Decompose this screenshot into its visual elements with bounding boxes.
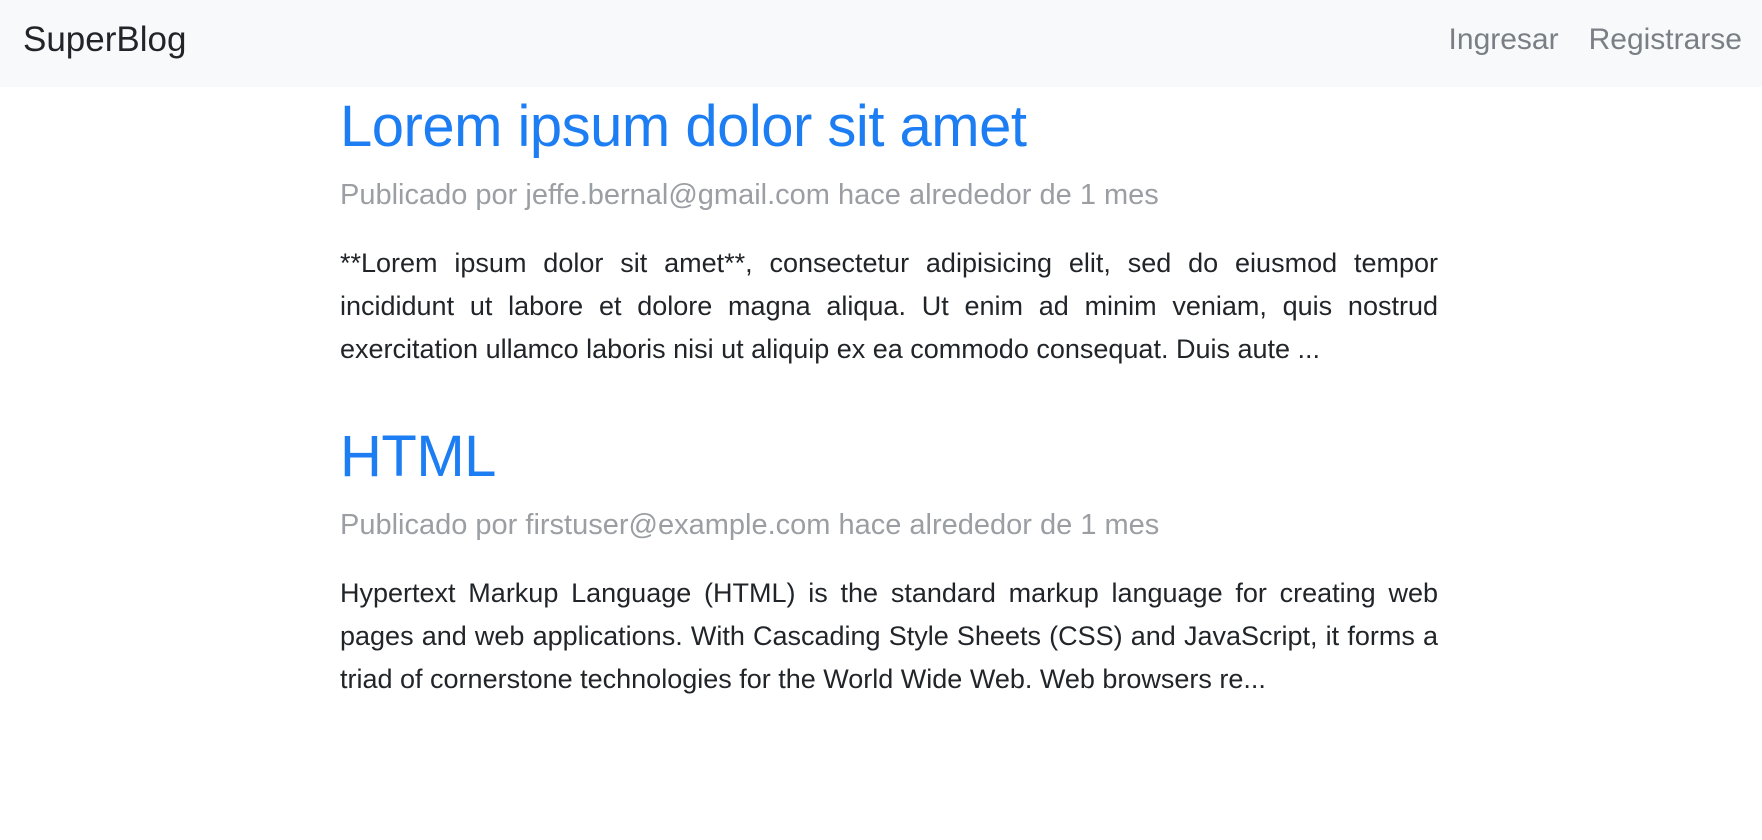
post-meta: Publicado por firstuser@example.com hace… [340,509,1160,541]
top-navbar: SuperBlog Ingresar Registrarse [0,0,1762,87]
post-title-link[interactable]: Lorem ipsum dolor sit amet [340,87,1438,167]
brand-logo-link[interactable]: SuperBlog [23,19,186,61]
post-title-link[interactable]: HTML [340,417,1438,497]
post-list: Lorem ipsum dolor sit amet Publicado por… [340,87,1438,701]
post-meta: Publicado por jeffe.bernal@gmail.com hac… [340,179,1159,211]
post-item: Lorem ipsum dolor sit amet Publicado por… [340,87,1438,371]
post-item: HTML Publicado por firstuser@example.com… [340,417,1438,701]
auth-nav: Ingresar Registrarse [1449,19,1742,61]
login-link[interactable]: Ingresar [1449,19,1559,61]
register-link[interactable]: Registrarse [1589,19,1742,61]
post-excerpt: **Lorem ipsum dolor sit amet**, consecte… [340,248,1438,364]
post-excerpt: Hypertext Markup Language (HTML) is the … [340,578,1438,694]
